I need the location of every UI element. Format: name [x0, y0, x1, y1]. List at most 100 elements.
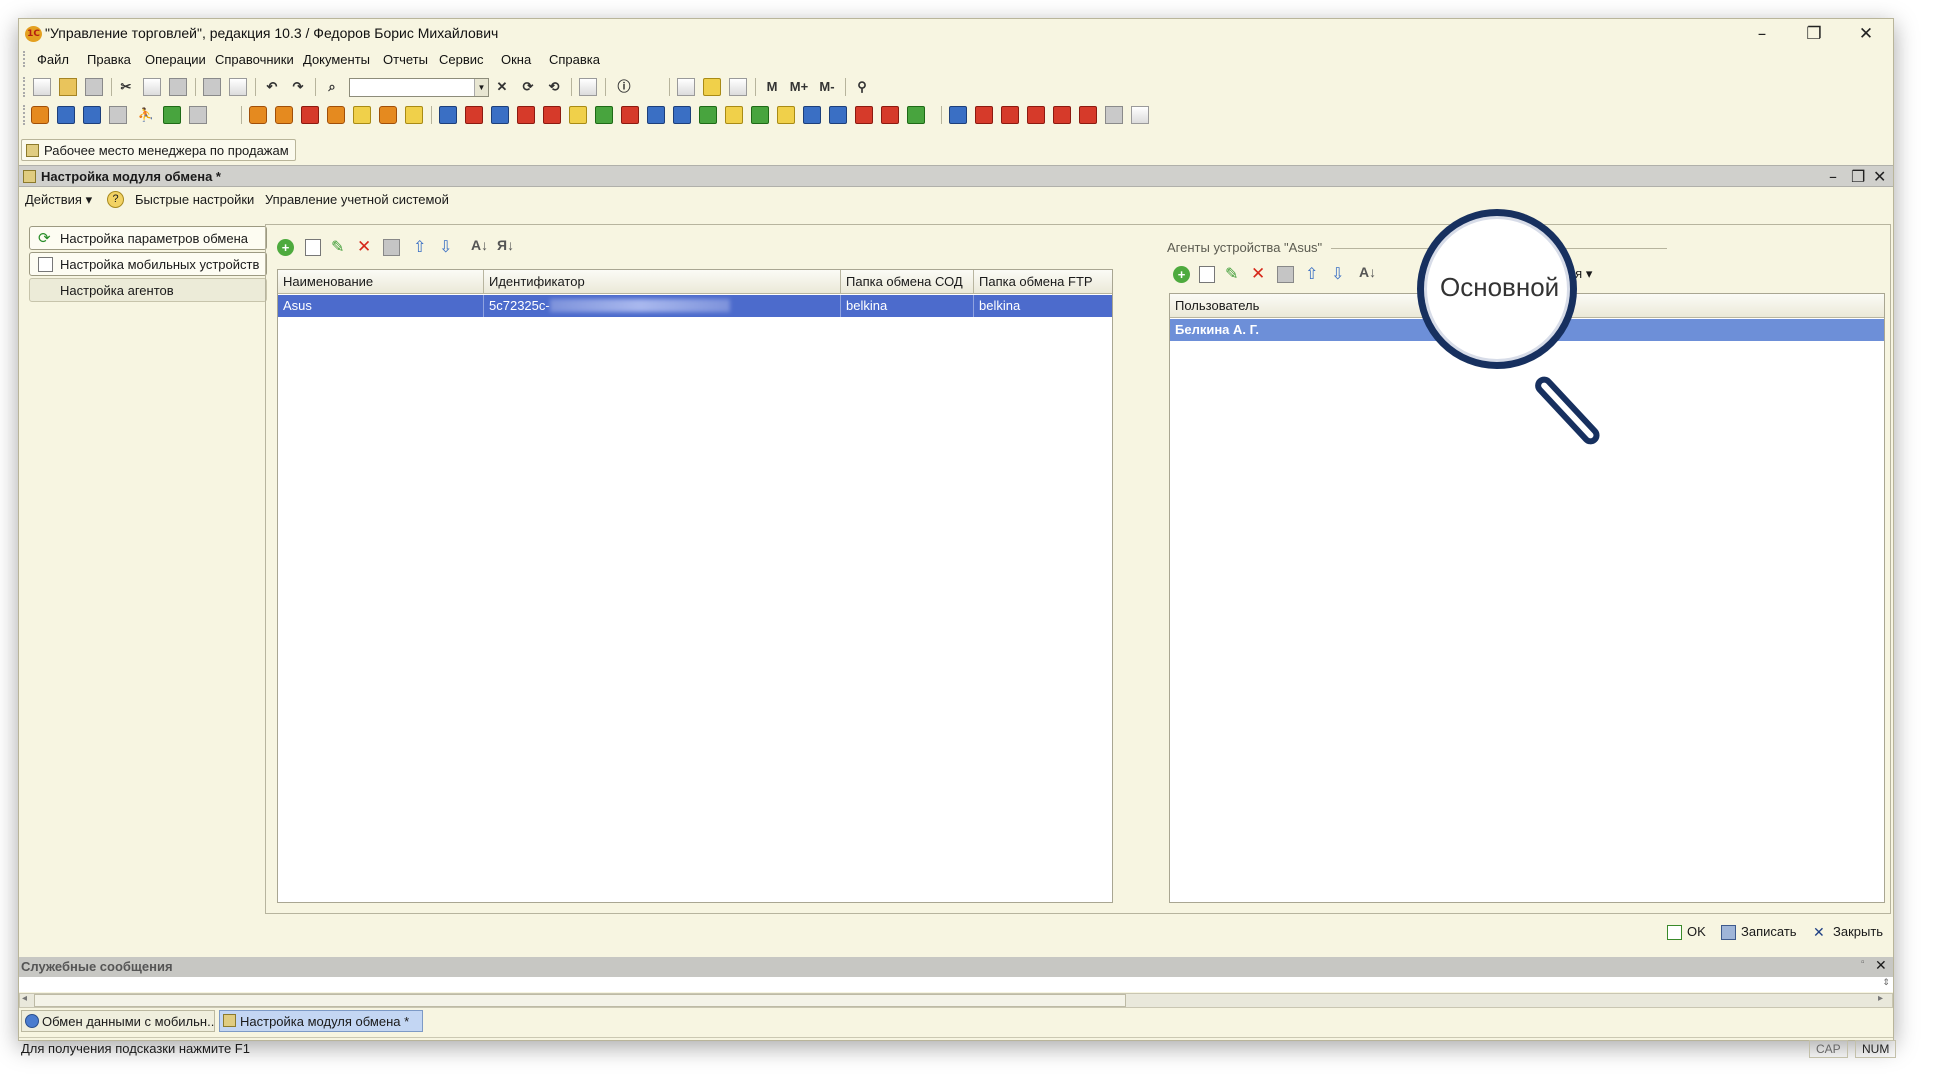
move-down-icon[interactable]: ⇩ — [439, 237, 452, 257]
paste-icon[interactable] — [169, 78, 187, 96]
doc-icon[interactable] — [699, 106, 717, 124]
doc-icon[interactable] — [439, 106, 457, 124]
print-icon[interactable] — [203, 78, 221, 96]
minimize-button[interactable]: – — [1739, 21, 1785, 47]
search-input[interactable]: ▼ — [349, 78, 489, 97]
memory-minus-button[interactable]: M- — [815, 78, 839, 96]
close-button[interactable]: ✕ Закрыть — [1813, 924, 1883, 939]
scrollbar-thumb[interactable] — [34, 994, 1126, 1007]
users-icon[interactable] — [729, 78, 747, 96]
doc-icon[interactable] — [543, 106, 561, 124]
delete-icon[interactable]: ✕ — [1251, 264, 1265, 284]
doc-icon[interactable] — [777, 106, 795, 124]
nav-agents[interactable]: Настройка агентов — [29, 278, 267, 302]
messages-scroll-icon[interactable]: ⇕ — [1879, 977, 1893, 992]
stack-icon[interactable] — [83, 106, 101, 124]
report-icon[interactable] — [949, 106, 967, 124]
form-close-button[interactable]: ✕ — [1873, 167, 1886, 186]
column-header-id[interactable]: Идентификатор — [484, 270, 841, 294]
undo-icon[interactable]: ↶ — [263, 78, 281, 96]
maximize-button[interactable]: ❐ — [1791, 21, 1837, 47]
doc-icon[interactable] — [379, 106, 397, 124]
add-icon[interactable]: + — [1173, 266, 1190, 283]
nav-mobile-devices[interactable]: Настройка мобильных устройств — [29, 252, 267, 276]
sort-asc-icon[interactable]: A↓ — [1359, 264, 1376, 280]
report-icon[interactable] — [975, 106, 993, 124]
doc-icon[interactable] — [855, 106, 873, 124]
doc-icon[interactable] — [465, 106, 483, 124]
horizontal-scrollbar[interactable]: ◂ ▸ — [19, 993, 1893, 1008]
print-preview-icon[interactable] — [229, 78, 247, 96]
scroll-right-icon[interactable]: ▸ — [1878, 993, 1883, 1004]
doc-icon[interactable] — [275, 106, 293, 124]
doc-icon[interactable] — [249, 106, 267, 124]
workspace-button[interactable]: Рабочее место менеджера по продажам — [21, 139, 296, 161]
doc-icon[interactable] — [881, 106, 899, 124]
doc-icon[interactable] — [673, 106, 691, 124]
doc-icon[interactable] — [353, 106, 371, 124]
menu-windows[interactable]: Окна — [501, 52, 531, 67]
menu-service[interactable]: Сервис — [439, 52, 484, 67]
report-icon[interactable] — [1027, 106, 1045, 124]
save-icon[interactable] — [85, 78, 103, 96]
table-icon[interactable] — [163, 106, 181, 124]
search-icon[interactable]: ⌕ — [323, 78, 341, 96]
save-button[interactable]: Записать — [1721, 924, 1797, 940]
book-icon[interactable] — [31, 106, 49, 124]
menu-file[interactable]: Файл — [37, 52, 69, 67]
memory-m-button[interactable]: M — [763, 78, 781, 96]
doc-icon[interactable] — [569, 106, 587, 124]
help-icon[interactable]: ? — [107, 191, 124, 208]
table-row[interactable]: Asus 5c72325c- belkina belkina — [278, 295, 1112, 317]
doc-icon[interactable] — [405, 106, 423, 124]
redo-icon[interactable]: ↷ — [289, 78, 307, 96]
menu-operations[interactable]: Операции — [145, 52, 206, 67]
report-icon[interactable] — [1053, 106, 1071, 124]
new-document-icon[interactable] — [33, 78, 51, 96]
actions-menu[interactable]: Действия ▾ — [25, 192, 92, 208]
move-down-icon[interactable]: ⇩ — [1331, 264, 1344, 284]
form-maximize-button[interactable]: ❐ — [1851, 167, 1865, 186]
memory-plus-button[interactable]: M+ — [787, 78, 811, 96]
manage-accounting-system-button[interactable]: Управление учетной системой — [265, 192, 449, 207]
doc-icon[interactable] — [725, 106, 743, 124]
doc-icon[interactable] — [907, 106, 925, 124]
sort-asc-icon[interactable]: A↓ — [471, 237, 488, 253]
nav-exchange-parameters[interactable]: ⟳ Настройка параметров обмена — [29, 226, 267, 250]
mark-delete-icon[interactable] — [1277, 266, 1294, 283]
copy-row-icon[interactable] — [305, 239, 321, 256]
delete-icon[interactable]: ✕ — [357, 237, 371, 257]
add-icon[interactable]: + — [277, 239, 294, 256]
doc-icon[interactable] — [491, 106, 509, 124]
info-icon[interactable]: ⓘ — [615, 78, 633, 96]
menu-reports[interactable]: Отчеты — [383, 52, 428, 67]
doc-icon[interactable] — [803, 106, 821, 124]
stack-icon[interactable] — [109, 106, 127, 124]
clear-search-icon[interactable]: ✕ — [493, 78, 511, 96]
calendar-icon[interactable] — [677, 78, 695, 96]
doc-icon[interactable] — [829, 106, 847, 124]
wand-icon[interactable]: ⚲ — [853, 78, 871, 96]
menu-catalogs[interactable]: Справочники — [215, 52, 294, 67]
copy-row-icon[interactable] — [1199, 266, 1215, 283]
chart-icon[interactable] — [189, 106, 207, 124]
doc-icon[interactable] — [301, 106, 319, 124]
column-header-name[interactable]: Наименование — [278, 270, 484, 294]
column-header-sod-folder[interactable]: Папка обмена СОД — [841, 270, 974, 294]
menu-help[interactable]: Справка — [549, 52, 600, 67]
windows-icon[interactable] — [579, 78, 597, 96]
report-icon[interactable] — [1105, 106, 1123, 124]
sort-desc-icon[interactable]: Я↓ — [497, 237, 514, 253]
form-minimize-button[interactable]: – — [1829, 167, 1837, 186]
report-icon[interactable] — [1079, 106, 1097, 124]
doc-icon[interactable] — [621, 106, 639, 124]
edit-icon[interactable]: ✎ — [1225, 264, 1238, 284]
quick-settings-button[interactable]: Быстрые настройки — [135, 192, 254, 207]
menu-documents[interactable]: Документы — [303, 52, 370, 67]
close-window-button[interactable]: ✕ — [1843, 21, 1889, 47]
copy-icon[interactable] — [143, 78, 161, 96]
edit-icon[interactable]: ✎ — [331, 237, 344, 257]
search-dropdown-icon[interactable]: ▼ — [474, 79, 488, 96]
calculator-icon[interactable] — [703, 78, 721, 96]
doc-icon[interactable] — [517, 106, 535, 124]
